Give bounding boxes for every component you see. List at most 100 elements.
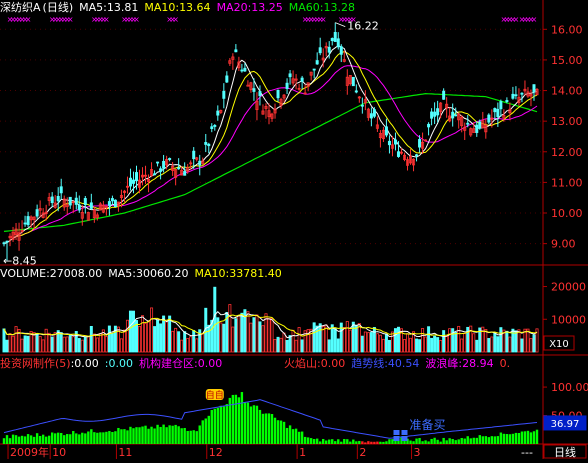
volume-bar-up [104,336,108,353]
indicator-bar [514,432,518,444]
volume-bar-up [246,311,250,353]
volume-bar-down [59,332,63,353]
indicator-legend: 投资网制作(5):0.00:0.00 机构建仓区:0.00 [0,357,228,370]
volume-bar-up [186,338,190,353]
candle-down [300,77,304,82]
candle-down [514,94,518,97]
indicator-bar [183,427,186,444]
indicator-bar [198,425,201,444]
candle-down [177,167,181,170]
volume-bar-down [153,326,157,353]
volume-bar-up [92,333,96,353]
volume-bar-down [26,335,30,353]
candle-down [393,139,397,145]
x-axis-label: 3 [414,446,421,459]
chart-canvas[interactable]: 16.00 15.00 14.00 13.00 12.00 11.00 10.00 9.00 ×… [0,0,588,459]
volume-bar-down [499,327,503,353]
indicator-bar [529,432,533,444]
indicator-bar [141,426,144,444]
volume-tick-label: 20000 [551,281,586,294]
volume-bar-up [62,336,66,353]
indicator-bar [126,430,129,444]
indicator-bar [252,405,256,444]
flame-bar [364,442,367,444]
x-axis-label: 12 [209,446,223,459]
candle-down [225,75,229,83]
volume-bar-down [520,338,524,353]
volume-bar-up [445,336,449,353]
volume-bar-down [318,323,322,353]
volume-bar-up [11,335,15,353]
indicator-bar [285,427,289,444]
signal-badge-label: 自自 [206,389,224,401]
volume-bar-down [514,330,518,353]
indicator-legend-right: 火焰山:0.00 趋势线:40.54 波浪峰:28.94 0. [284,357,516,370]
volume-bar-down [89,325,93,353]
ma60-series-line [3,92,538,232]
indicator-bar [297,431,301,444]
volume-bar-down [2,328,6,353]
indicator-bar [14,435,18,444]
volume-bar-up [460,338,464,353]
volume-bar-down [110,333,114,353]
volume-bar-up [342,327,346,353]
volume-bar-down [207,324,211,353]
indicator-bar [403,440,406,444]
indicator-bar [463,438,466,444]
low-price-label: ←8.45 [3,254,37,267]
candle-down [240,69,244,72]
candle-down [372,109,376,117]
candle-down [493,108,497,113]
volume-bar-up [282,332,286,353]
indicator-bar [29,435,33,444]
volume-bar-up [279,337,283,353]
indicator-bar [331,439,334,444]
indicator-bar [93,432,96,444]
indicator-bar [204,418,207,444]
volume-bar-up [381,338,385,353]
volume-bar-down [351,321,355,353]
indicator-bar [156,424,159,444]
indicator-bar [35,433,39,444]
price-tick-label: 11.00 [551,176,583,189]
indicator-bar [457,439,460,444]
indicator-bar [312,439,316,444]
candle-down [312,68,316,71]
indicator-bar [469,438,472,444]
volume-bar-down [50,336,54,353]
volume-bar-up [195,338,199,353]
indicator-bar [87,431,90,444]
candle-down [110,198,114,202]
volume-bar-up [86,336,90,353]
indicator-bar [418,438,421,444]
candle-down [318,47,322,54]
candle-down [131,179,135,184]
indicator-bar [409,440,412,444]
indicator-bar [451,439,454,444]
volume-bar-up [309,328,313,353]
ma60-legend: MA60:13.28 [288,1,355,14]
volume-bar-up [14,326,18,353]
indicator-bar [192,430,195,444]
volume-legend: VOLUME:27008.00 MA5:30060.20 MA10:33781.40 [0,267,288,280]
candle-down [415,154,419,157]
indicator-bar [264,413,268,444]
indicator-bar [481,436,484,444]
candle-down [466,122,470,125]
candle-down [26,216,30,226]
volume-bar-up [297,327,301,353]
indicator-bar [102,432,105,444]
volume-bar-up [261,325,265,353]
indicator-bar [216,407,220,444]
volume-ma10-legend: MA10:33781.40 [194,267,282,280]
volume-bar-down [396,326,400,353]
volume-bar-up [490,336,494,353]
candle-down [369,113,373,119]
indicator-bar [90,429,93,444]
indicator-bar [75,433,78,444]
ma5-series-line [3,44,538,245]
volume-bar-down [192,329,196,353]
volume-bar-up [119,338,123,353]
volume-bar-up [321,326,325,353]
volume-bar-down [35,332,39,353]
